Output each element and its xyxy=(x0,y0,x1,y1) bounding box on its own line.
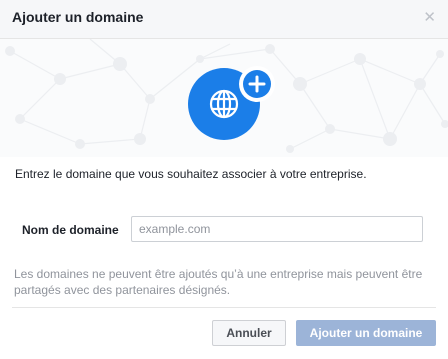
domain-name-input[interactable] xyxy=(131,216,423,242)
cancel-button[interactable]: Annuler xyxy=(212,320,286,346)
add-domain-button[interactable]: Ajouter un domaine xyxy=(296,320,436,346)
domain-sharing-note: Les domaines ne peuvent être ajoutés qu’… xyxy=(14,267,423,297)
footer-divider xyxy=(12,307,436,308)
domain-name-label: Nom de domaine xyxy=(22,223,119,237)
plus-icon xyxy=(243,70,271,98)
instruction-text: Entrez le domaine que vous souhaitez ass… xyxy=(15,167,367,181)
dialog-header: Ajouter un domaine ✕ xyxy=(0,0,448,39)
globe-icon xyxy=(209,89,239,119)
close-icon[interactable]: ✕ xyxy=(423,10,436,25)
add-domain-dialog: Ajouter un domaine ✕ Entrez le domaine q… xyxy=(0,0,448,359)
plus-badge xyxy=(239,66,275,102)
dialog-title: Ajouter un domaine xyxy=(12,9,144,25)
